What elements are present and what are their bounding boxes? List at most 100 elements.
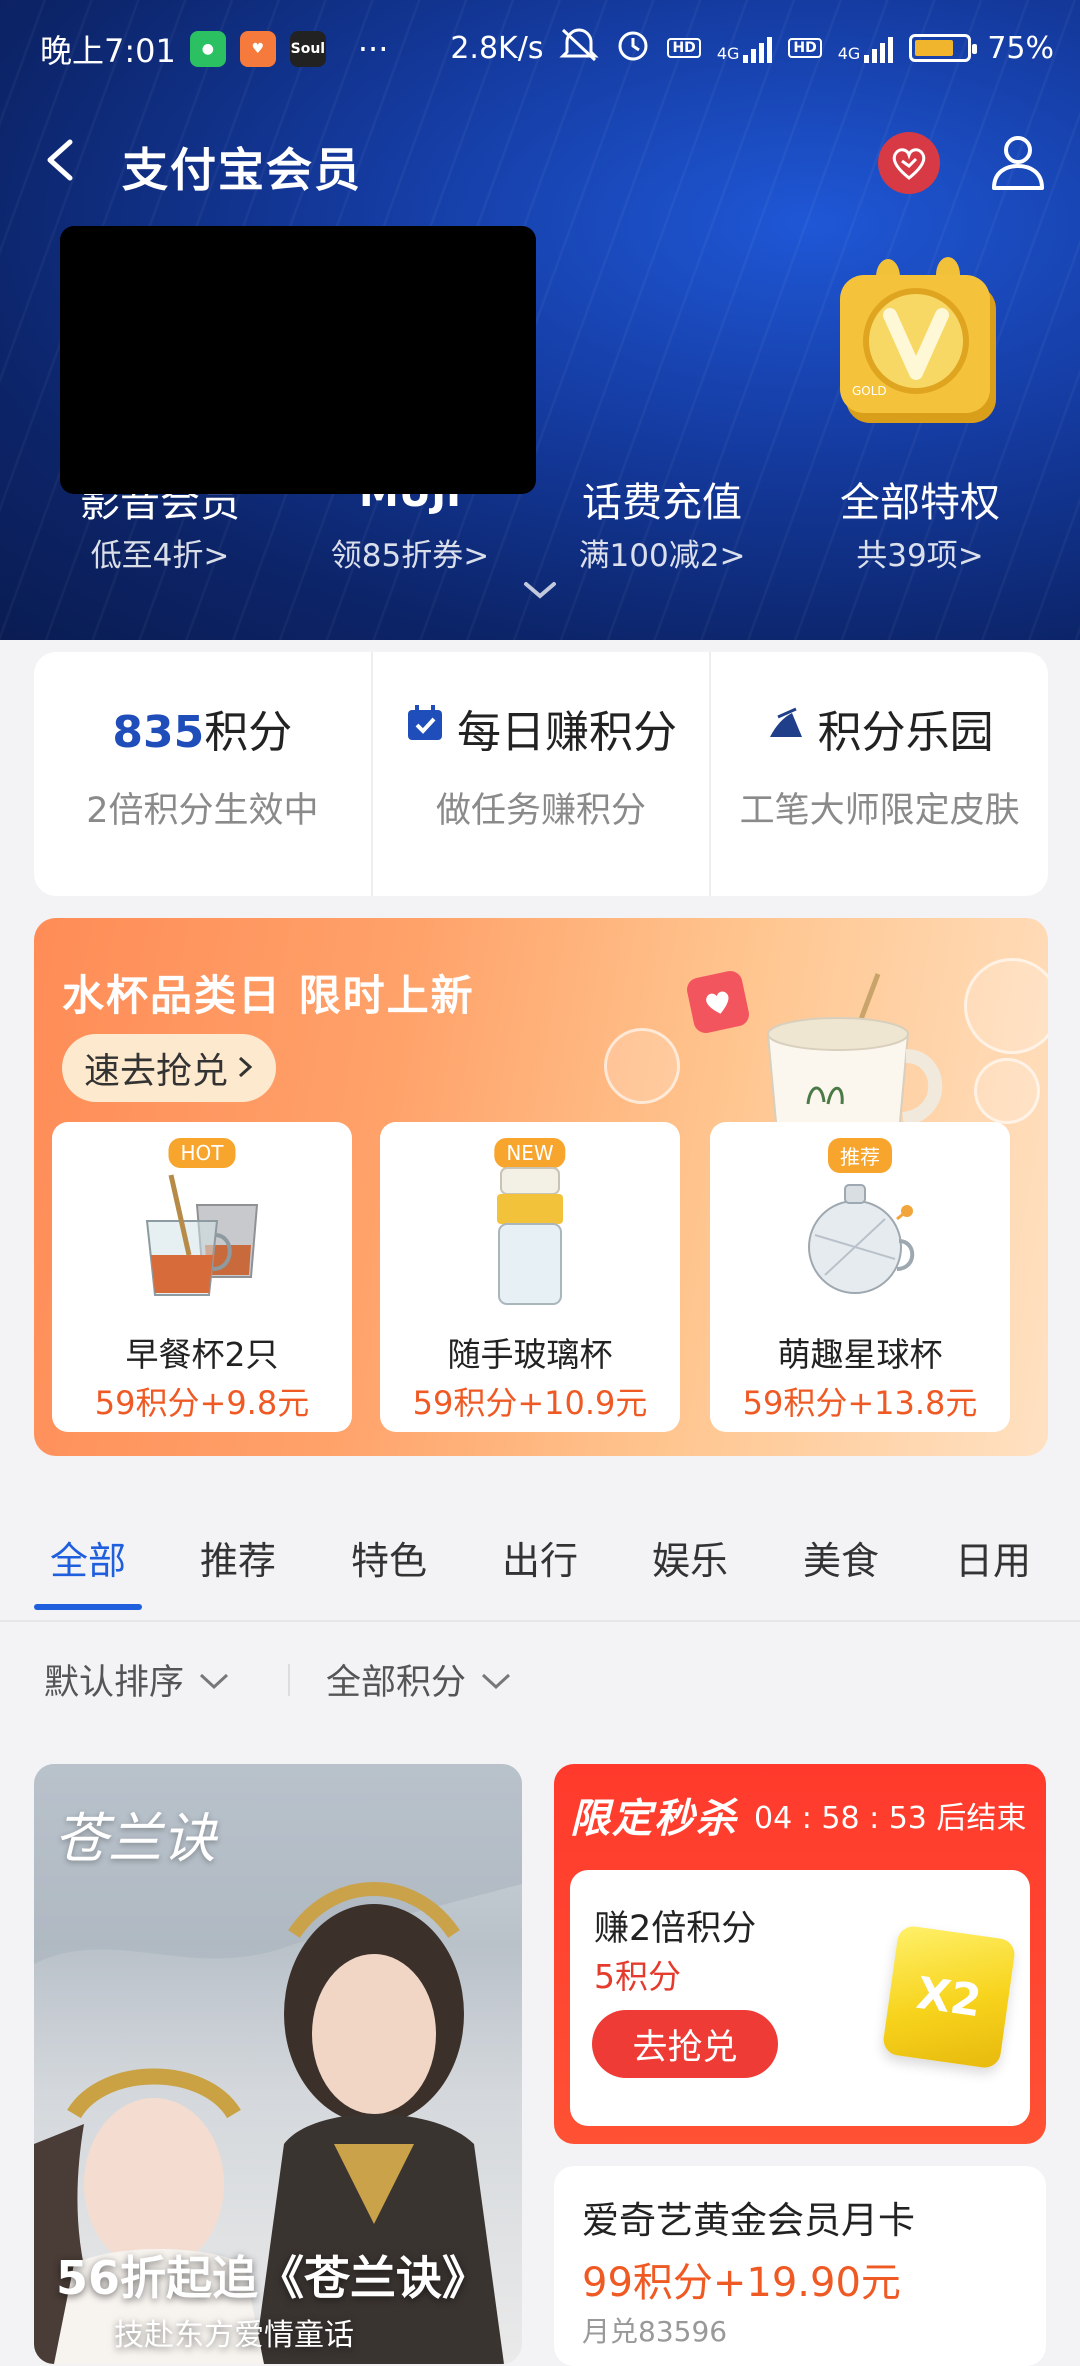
privilege-name: 话费充值 — [582, 480, 742, 526]
hd-icon: HD — [667, 38, 701, 58]
flash-sale-timer: 04 : 58 : 53 后结束 — [754, 1801, 1027, 1836]
decor-bubble — [974, 1058, 1040, 1124]
promo-button-label: 速去抢兑 — [84, 1051, 229, 1092]
privilege-sub: 满100减2> — [578, 538, 746, 574]
points-balance-sub: 2倍积分生效中 — [86, 791, 319, 831]
tab-food[interactable]: 美食 — [803, 1530, 879, 1585]
points-balance-tile[interactable]: 835积分 2倍积分生效中 — [34, 652, 371, 896]
phone-topup-icon — [542, 240, 782, 440]
calendar-check-icon — [405, 703, 445, 754]
chevron-down-icon — [198, 1660, 230, 1700]
flash-sale-item-name: 赚2倍积分 — [594, 1909, 757, 1949]
goods-name: 随手玻璃杯 — [447, 1335, 613, 1374]
gold-v-badge-icon: GOLD — [800, 240, 1040, 440]
flash-sale-item: 赚2倍积分 5积分 去抢兑 X2 — [570, 1870, 1030, 2126]
privilege-sub: 低至4折> — [90, 538, 230, 574]
drama-subcaption: 技赴东方爱情童话 — [114, 2318, 354, 2353]
charity-heart-icon[interactable] — [878, 132, 940, 194]
soul-app-icon: Soul — [289, 31, 326, 67]
points-balance: 835 — [112, 707, 205, 758]
user-profile-icon[interactable] — [986, 130, 1050, 194]
flash-sale-redeem-button[interactable]: 去抢兑 — [592, 2010, 778, 2078]
daily-earn-tile[interactable]: 每日赚积分 做任务赚积分 — [370, 652, 710, 896]
privilege-sub: 共39项> — [856, 538, 984, 574]
vip-card-price: 99积分+19.90元 — [582, 2260, 901, 2306]
points-park-sub: 工笔大师限定皮肤 — [739, 791, 1020, 831]
back-arrow-icon[interactable] — [40, 138, 80, 182]
status-bar: 晚上7:01 ● ♥ Soul ··· 2.8K/s HD 4G HD 4G 7… — [0, 0, 1080, 96]
ink-brush-icon — [766, 703, 806, 754]
daily-earn-sub: 做任务赚积分 — [436, 791, 647, 831]
tab-featured[interactable]: 特色 — [351, 1530, 427, 1585]
points-park-tile[interactable]: 积分乐园 工笔大师限定皮肤 — [709, 652, 1048, 896]
privilege-sub: 领85折券> — [330, 538, 490, 574]
battery-icon — [909, 34, 978, 62]
goods-price: 59积分+9.8元 — [94, 1384, 310, 1422]
drama-caption: 56折起追《苍兰诀》 — [56, 2251, 489, 2305]
points-filter-dropdown[interactable]: 全部积分 — [326, 1654, 512, 1705]
breakfast-cups-image — [52, 1160, 352, 1310]
sort-dropdown[interactable]: 默认排序 — [44, 1654, 230, 1705]
points-filter-label: 全部积分 — [326, 1663, 467, 1703]
promo-title: 水杯品类日 限时上新 — [62, 971, 475, 1020]
drama-logo: 苍兰诀 — [54, 1807, 216, 1870]
daily-earn-title: 每日赚积分 — [457, 707, 677, 758]
active-tab-indicator — [34, 1604, 142, 1610]
network-type-1: 4G — [716, 44, 740, 63]
status-right: 2.8K/s HD 4G HD 4G 75% — [450, 26, 1054, 70]
filter-divider — [288, 1664, 290, 1696]
heart-app-icon: ♥ — [239, 31, 276, 67]
double-points-badge-icon: X2 — [881, 1924, 1017, 2070]
goods-card-2[interactable]: NEW 随手玻璃杯 59积分+10.9元 — [380, 1122, 680, 1432]
signal-icon-1: 4G — [717, 33, 773, 63]
goods-card-3[interactable]: 推荐 萌趣星球杯 59积分+13.8元 — [710, 1122, 1010, 1432]
points-card: 835积分 2倍积分生效中 每日赚积分 做任务赚积分 积分乐园 工笔大师限定皮肤 — [34, 652, 1048, 896]
drama-promo-card[interactable]: 苍兰诀 56折起追《苍兰诀》 技赴东方爱情童话 — [34, 1764, 522, 2364]
goods-price: 59积分+13.8元 — [742, 1384, 978, 1422]
network-type-2: 4G — [837, 44, 861, 63]
tab-all[interactable]: 全部 — [50, 1530, 126, 1585]
tab-recommend[interactable]: 推荐 — [200, 1530, 276, 1585]
nav-bar: 支付宝会员 — [0, 110, 1080, 210]
iqiyi-vip-card[interactable]: 爱奇艺黄金会员月卡 99积分+19.90元 月兑83596 — [554, 2166, 1046, 2366]
points-unit: 积分 — [204, 707, 293, 758]
battery-percent: 75% — [987, 30, 1054, 66]
privilege-name: 全部特权 — [840, 480, 1000, 526]
vip-card-name: 爱奇艺黄金会员月卡 — [582, 2199, 915, 2242]
redacted-region — [60, 226, 536, 494]
chevron-down-icon — [480, 1660, 512, 1700]
status-time: 晚上7:01 — [40, 32, 176, 70]
member-hero: 晚上7:01 ● ♥ Soul ··· 2.8K/s HD 4G HD 4G 7… — [0, 0, 1080, 640]
chevron-right-icon — [236, 1048, 254, 1089]
wechat-icon: ● — [189, 31, 226, 67]
status-left: 晚上7:01 ● ♥ Soul ··· — [40, 26, 388, 72]
page-title: 支付宝会员 — [122, 143, 362, 197]
filter-bar: 默认排序 全部积分 — [0, 1640, 1080, 1720]
vip-card-sold: 月兑83596 — [582, 2315, 728, 2348]
mute-icon — [559, 26, 600, 70]
tab-entertainment[interactable]: 娱乐 — [652, 1530, 728, 1585]
tab-travel[interactable]: 出行 — [502, 1530, 578, 1585]
goods-name: 早餐杯2只 — [125, 1335, 279, 1374]
points-park-title: 积分乐园 — [817, 707, 994, 758]
goods-card-1[interactable]: HOT 早餐杯2只 59积分+9.8元 — [52, 1122, 352, 1432]
glass-bottle-image — [380, 1160, 680, 1310]
flash-sale-card[interactable]: 限定秒杀 04 : 58 : 53 后结束 赚2倍积分 5积分 去抢兑 X2 — [554, 1764, 1046, 2144]
promo-redeem-button[interactable]: 速去抢兑 — [62, 1034, 277, 1102]
sort-label: 默认排序 — [44, 1663, 185, 1703]
tab-daily[interactable]: 日用 — [955, 1530, 1031, 1585]
flash-sale-item-points: 5积分 — [594, 1957, 681, 1996]
flash-sale-header: 限定秒杀 04 : 58 : 53 后结束 — [570, 1786, 1026, 1844]
cup-promo-banner[interactable]: 水杯品类日 限时上新 速去抢兑 HOT 早餐杯2只 59积分+9.8元 NEW … — [34, 918, 1048, 1456]
battery-fill — [915, 40, 954, 56]
hd-icon-2: HD — [788, 38, 822, 58]
planet-cup-image — [710, 1160, 1010, 1310]
svg-text:GOLD: GOLD — [852, 384, 887, 398]
expand-chevron-icon[interactable] — [522, 580, 558, 602]
goods-price: 59积分+10.9元 — [412, 1384, 648, 1422]
network-speed: 2.8K/s — [450, 30, 544, 66]
category-tabs: 全部 推荐 特色 出行 娱乐 美食 日用 — [0, 1500, 1080, 1622]
more-notifications-icon: ··· — [357, 30, 389, 68]
decor-bubble — [604, 1028, 680, 1104]
alarm-icon — [615, 26, 651, 70]
